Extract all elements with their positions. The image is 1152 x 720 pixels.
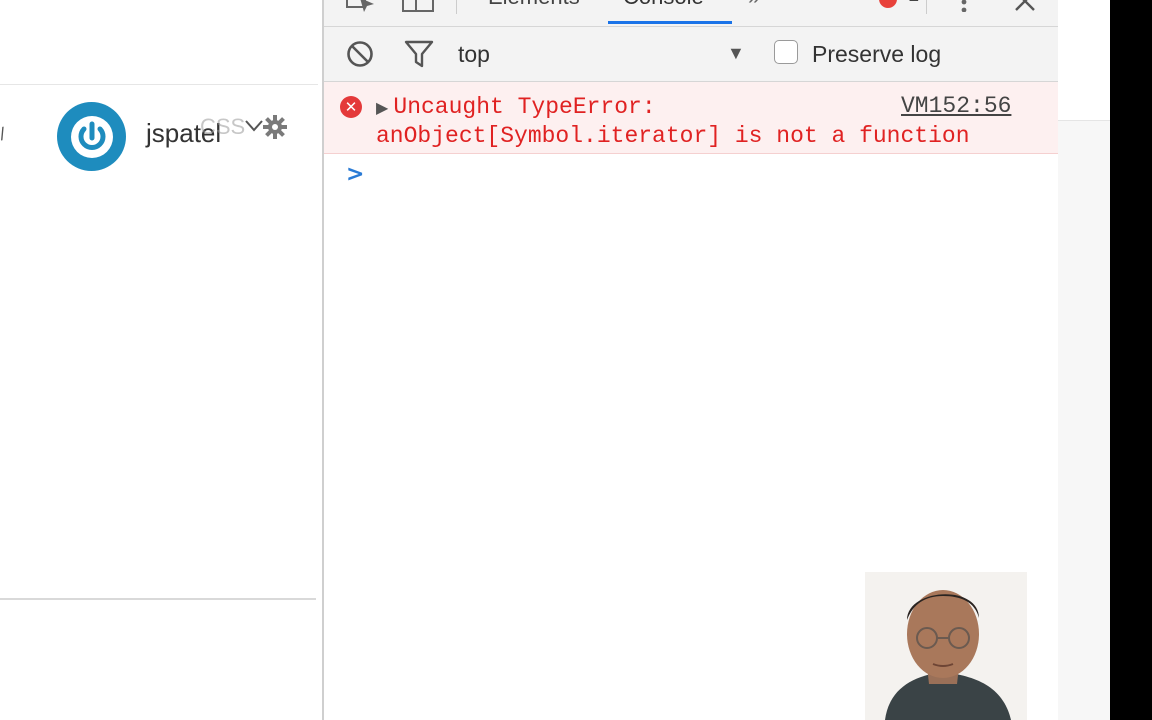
device-toolbar-icon[interactable] xyxy=(402,0,434,17)
filter-icon[interactable] xyxy=(404,40,434,73)
left-page-panel: / jspatel CSS xyxy=(0,0,318,720)
tab-separator xyxy=(926,0,927,14)
console-toolbar: top ▼ Preserve log xyxy=(324,27,1058,82)
power-icon xyxy=(70,115,113,158)
more-tabs-icon[interactable]: » xyxy=(748,0,760,10)
dropdown-arrow-icon[interactable]: ▼ xyxy=(727,43,745,64)
error-source-link[interactable]: VM152:56 xyxy=(901,93,1011,119)
screen-edge xyxy=(1110,0,1152,720)
context-selector[interactable]: top xyxy=(458,41,490,68)
error-text: ▶ Uncaught TypeError: anObject[Symbol.it… xyxy=(376,93,970,150)
tab-console[interactable]: Console xyxy=(623,0,704,10)
error-count-icon[interactable] xyxy=(879,0,897,8)
gear-icon[interactable] xyxy=(262,114,288,145)
error-count[interactable]: 1 xyxy=(908,0,919,7)
page-divider xyxy=(0,598,316,600)
presenter-image xyxy=(865,572,1027,720)
tab-separator xyxy=(456,0,457,14)
webcam-overlay xyxy=(865,572,1027,720)
preserve-log-checkbox[interactable] xyxy=(774,40,798,64)
avatar[interactable] xyxy=(57,102,126,171)
error-icon: ✕ xyxy=(340,96,362,118)
clear-console-icon[interactable] xyxy=(346,40,374,73)
devtools-tab-bar: Elements Console » 1 xyxy=(324,0,1058,27)
background-header xyxy=(1058,0,1110,121)
header-divider xyxy=(0,84,318,85)
background-page xyxy=(1058,0,1110,720)
preserve-log-label[interactable]: Preserve log xyxy=(812,41,941,68)
console-error-message[interactable]: ✕ ▶ Uncaught TypeError: anObject[Symbol.… xyxy=(324,82,1058,154)
error-text-line2: anObject[Symbol.iterator] is not a funct… xyxy=(376,123,970,149)
edit-icon[interactable]: / xyxy=(0,124,7,146)
more-options-icon[interactable] xyxy=(960,0,968,17)
tab-elements[interactable]: Elements xyxy=(488,0,580,10)
css-overlay-label: CSS xyxy=(200,114,246,139)
close-icon[interactable] xyxy=(1014,0,1036,17)
active-tab-indicator xyxy=(608,21,732,24)
expand-arrow-icon[interactable]: ▶ xyxy=(376,98,393,117)
chevron-down-icon[interactable] xyxy=(244,118,264,139)
error-text-line1: Uncaught TypeError: xyxy=(393,94,656,120)
inspect-element-icon[interactable] xyxy=(346,0,376,17)
console-prompt[interactable]: > xyxy=(346,162,364,187)
